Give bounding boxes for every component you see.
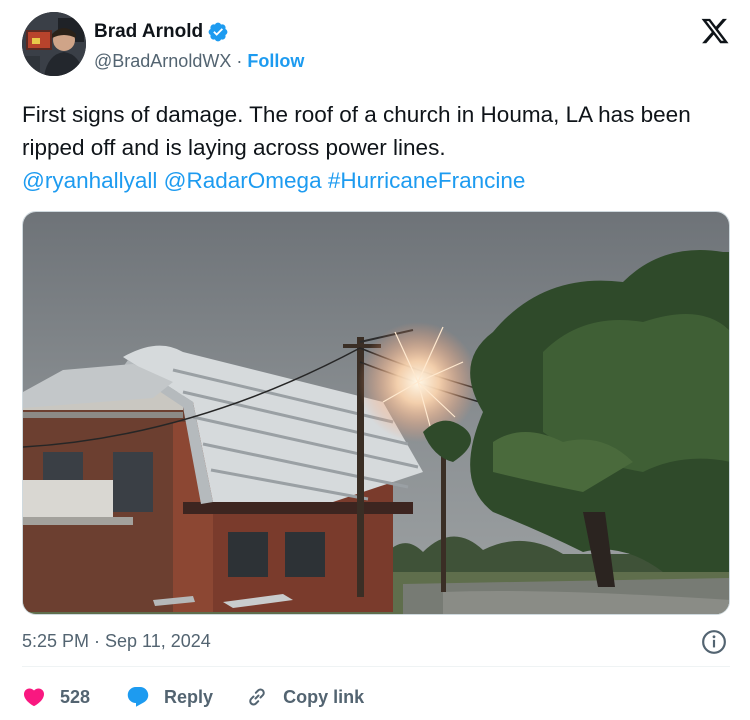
- tweet-body: First signs of damage. The roof of a chu…: [22, 102, 691, 160]
- reply-label: Reply: [164, 686, 214, 707]
- mention-link[interactable]: @RadarOmega: [164, 168, 322, 193]
- verified-badge-icon: [208, 22, 228, 42]
- author-block: Brad Arnold @BradArnoldWX · Follow: [94, 20, 304, 74]
- x-logo-icon[interactable]: [700, 16, 730, 46]
- reply-bubble-icon: [127, 687, 149, 707]
- follow-button[interactable]: Follow: [247, 51, 304, 72]
- link-icon: [249, 688, 265, 706]
- info-icon[interactable]: [701, 629, 727, 655]
- tweet-header: Brad Arnold @BradArnoldWX · Follow: [22, 12, 732, 80]
- like-count: 528: [60, 686, 91, 707]
- tweet-actions: 528 Reply Copy link: [22, 680, 364, 714]
- mention-link[interactable]: @ryanhallyall: [22, 168, 157, 193]
- tweet-text: First signs of damage. The roof of a chu…: [22, 98, 732, 197]
- copy-link-button[interactable]: Copy link: [245, 680, 364, 714]
- reply-button[interactable]: Reply: [126, 680, 213, 714]
- heart-icon: [23, 688, 45, 707]
- avatar[interactable]: [22, 12, 86, 76]
- tweet-photo[interactable]: [22, 211, 730, 615]
- copy-link-label: Copy link: [283, 686, 365, 707]
- divider: [22, 666, 730, 667]
- tweet-timestamp[interactable]: 5:25 PM · Sep 11, 2024: [22, 628, 211, 654]
- hashtag-link[interactable]: #HurricaneFrancine: [328, 168, 526, 193]
- handle-separator: ·: [236, 50, 243, 71]
- storm-damage-photo: [23, 212, 729, 614]
- like-button[interactable]: 528: [22, 680, 90, 714]
- tweet-card: Brad Arnold @BradArnoldWX · Follow First…: [0, 0, 750, 720]
- author-handle[interactable]: @BradArnoldWX: [94, 51, 231, 72]
- author-display-name[interactable]: Brad Arnold: [94, 21, 203, 43]
